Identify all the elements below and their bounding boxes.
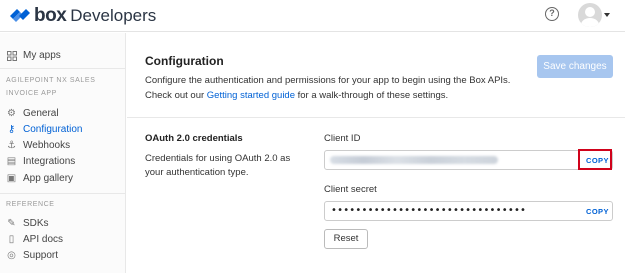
client-id-label: Client ID bbox=[324, 133, 361, 144]
key-icon: ⚷ bbox=[7, 124, 16, 135]
sidebar-item-label: App gallery bbox=[23, 173, 74, 184]
client-id-field[interactable] bbox=[324, 150, 613, 170]
reference-label: REFERENCE bbox=[6, 201, 55, 208]
sidebar-item-app-gallery[interactable]: ▣ App gallery bbox=[6, 171, 73, 186]
sidebar-divider bbox=[0, 193, 126, 194]
question-circle-icon[interactable]: ? bbox=[545, 7, 559, 21]
app-name-label: INVOICE APP bbox=[6, 90, 57, 97]
reset-button[interactable]: Reset bbox=[324, 229, 368, 249]
sidebar-item-label: API docs bbox=[23, 234, 64, 245]
save-changes-button[interactable]: Save changes bbox=[537, 55, 613, 78]
sidebar-item-configuration[interactable]: ⚷ Configuration bbox=[6, 122, 83, 137]
lifebuoy-icon: ◎ bbox=[7, 250, 16, 261]
avatar-body bbox=[581, 18, 599, 27]
sidebar-item-label: Configuration bbox=[23, 124, 83, 135]
sidebar-item-integrations[interactable]: ▤ Integrations bbox=[6, 154, 76, 169]
app-org-label: AGILEPOINT NX SALES bbox=[6, 77, 96, 84]
client-id-value-redacted bbox=[330, 156, 498, 164]
page-description: Configure the authentication and permiss… bbox=[145, 73, 525, 103]
top-header: box Developers ? bbox=[0, 0, 625, 32]
sidebar-item-label: Integrations bbox=[23, 156, 76, 167]
description-text: for a walk-through of these settings. bbox=[295, 90, 449, 101]
copy-client-secret-button[interactable]: COPY bbox=[586, 207, 609, 216]
logo-brand-text: box bbox=[34, 5, 67, 26]
sidebar-item-label: SDKs bbox=[23, 218, 49, 229]
copy-highlight-box bbox=[578, 149, 612, 170]
grid-icon bbox=[6, 50, 17, 61]
oauth-section-description: Credentials for using OAuth 2.0 as your … bbox=[145, 153, 291, 178]
sidebar: My apps AGILEPOINT NX SALES INVOICE APP … bbox=[0, 33, 126, 273]
client-secret-value: •••••••••••••••••••••••••••••••• bbox=[331, 205, 527, 216]
sidebar-item-my-apps[interactable]: My apps bbox=[6, 48, 61, 63]
sidebar-item-sdks[interactable]: ✎ SDKs bbox=[6, 216, 49, 231]
sidebar-divider bbox=[0, 68, 126, 69]
user-avatar-icon[interactable] bbox=[578, 3, 602, 27]
gear-icon: ⚙ bbox=[7, 108, 16, 119]
logo-product-text: Developers bbox=[70, 6, 157, 25]
client-secret-label: Client secret bbox=[324, 184, 377, 195]
client-secret-field[interactable]: •••••••••••••••••••••••••••••••• bbox=[324, 201, 613, 221]
webhook-icon: ⚓ bbox=[7, 140, 16, 151]
sidebar-item-webhooks[interactable]: ⚓ Webhooks bbox=[6, 138, 70, 153]
sidebar-item-api-docs[interactable]: ▯ API docs bbox=[6, 232, 63, 247]
avatar-head bbox=[585, 7, 595, 17]
sidebar-item-label: Webhooks bbox=[23, 140, 71, 151]
sidebar-item-general[interactable]: ⚙ General bbox=[6, 106, 59, 121]
sidebar-item-label: General bbox=[23, 108, 59, 119]
getting-started-link[interactable]: Getting started guide bbox=[207, 90, 295, 101]
integrations-icon: ▤ bbox=[6, 156, 17, 167]
section-divider bbox=[127, 117, 625, 118]
box-developers-logo[interactable]: box Developers bbox=[8, 5, 156, 27]
box-logo-icon bbox=[10, 9, 30, 22]
gallery-icon: ▣ bbox=[6, 173, 17, 184]
wrench-icon: ✎ bbox=[7, 218, 16, 229]
page-title: Configuration bbox=[145, 54, 224, 68]
sidebar-item-support[interactable]: ◎ Support bbox=[6, 248, 58, 263]
book-icon: ▯ bbox=[8, 234, 15, 245]
sidebar-item-label: Support bbox=[23, 250, 59, 261]
chevron-down-icon[interactable] bbox=[604, 13, 610, 17]
oauth-section-title: OAuth 2.0 credentials bbox=[145, 133, 243, 144]
sidebar-item-label: My apps bbox=[23, 50, 61, 61]
